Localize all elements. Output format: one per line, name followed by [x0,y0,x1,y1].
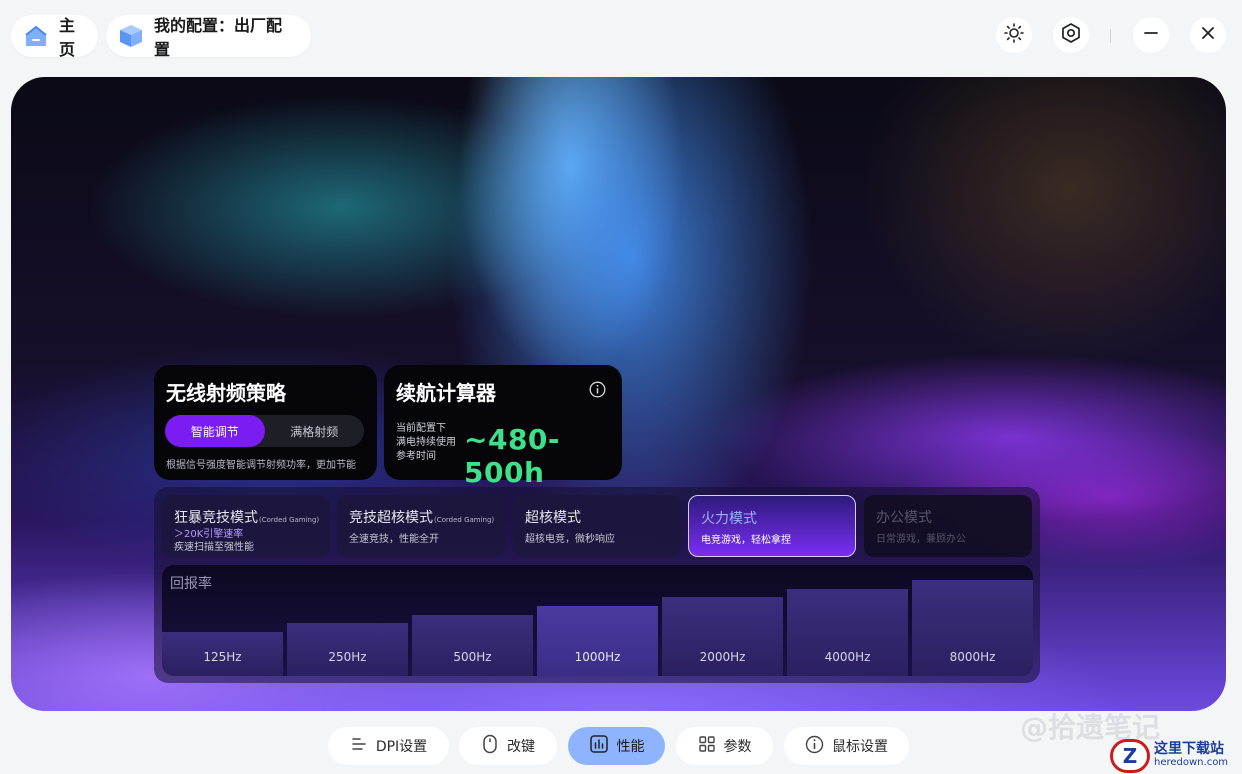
battery-estimate-value: ~480-500h [464,423,561,489]
mode-subtitle: 日常游戏，兼顾办公 [876,534,966,545]
nav-label: 改键 [507,739,535,755]
mode-card-firepower[interactable]: 火力模式 电竞游戏，轻松拿捏 [688,495,856,557]
title-bar: 主页 我的配置：出厂配置 [0,0,1242,72]
home-icon [23,23,49,49]
site-watermark: Z 这里下载站 heredown.com [1110,737,1242,774]
rf-description: 根据信号强度智能调节射频功率，更加节能 [166,460,356,471]
nav-label: 性能 [616,739,645,755]
mode-tag: (Corded Gaming) [259,516,320,524]
polling-rate-option-selected[interactable]: 1000Hz [537,606,658,676]
mode-title: 狂暴竞技模式(Corded Gaming) [174,510,320,526]
polling-rate-option[interactable]: 250Hz [287,623,408,676]
nav-performance[interactable]: 性能 [568,727,665,765]
info-icon[interactable] [589,381,606,402]
nav-key-remap[interactable]: 改键 [459,727,557,765]
polling-rate-option[interactable]: 4000Hz [787,589,908,676]
mode-tag: (Corded Gaming) [434,516,495,524]
close-icon [1200,25,1216,45]
mode-card-office[interactable]: 办公模式 日常游戏，兼顾办公 [864,495,1032,557]
battery-label-line: 满电持续使用 [396,437,456,448]
rf-option-smart[interactable]: 智能调节 [165,415,265,447]
settings-button[interactable] [1053,17,1089,53]
mode-card-rage[interactable]: 狂暴竞技模式(Corded Gaming) ＞20K引擎速率 疾速扫描至强性能 [162,495,330,557]
mode-title: 办公模式 [876,510,932,526]
polling-rate-option[interactable]: 500Hz [412,615,533,676]
nav-label: 鼠标设置 [832,739,888,755]
mode-subtitle: 全速竞技，性能全开 [349,534,439,545]
polling-rate-panel: 回报率 125Hz 250Hz 500Hz 1000Hz 2000Hz 4000… [162,565,1033,676]
battery-calculator-card: 续航计算器 当前配置下 满电持续使用 参考时间 ~480-500h [384,365,622,489]
rf-mode-toggle: 智能调节 满格射频 [165,415,364,447]
info-icon [805,735,824,758]
dpi-icon [350,735,368,757]
rf-strategy-card: 无线射频策略 智能调节 满格射频 根据信号强度智能调节射频功率，更加节能 [154,365,377,480]
minimize-button[interactable] [1133,17,1169,53]
polling-rate-option[interactable]: 2000Hz [662,597,783,676]
rf-card-title: 无线射频策略 [166,381,286,405]
battery-label: 当前配置下 满电持续使用 参考时间 [396,422,456,464]
minimize-icon [1143,25,1159,45]
title-bar-divider [1110,29,1111,43]
mode-card-competitive-overclock[interactable]: 竞技超核模式(Corded Gaming) 全速竞技，性能全开 [337,495,505,557]
brightness-icon [1004,23,1024,47]
polling-rate-title: 回报率 [170,576,212,592]
performance-icon [589,734,609,758]
mode-subtitle: 电竞游戏，轻松拿捏 [701,535,791,546]
nav-parameters[interactable]: 参数 [676,727,773,765]
mode-title: 超核模式 [525,510,581,526]
site-name: 这里下载站 [1154,740,1224,757]
settings-icon [1060,22,1082,48]
polling-rate-option[interactable]: 125Hz [162,632,283,676]
home-button[interactable]: 主页 [11,15,98,59]
mode-card-overclock[interactable]: 超核模式 超核电竞，微秒响应 [513,495,681,557]
grid-icon [698,735,716,757]
close-button[interactable] [1190,17,1226,53]
mode-title: 竞技超核模式(Corded Gaming) [349,510,495,526]
mouse-icon [481,734,499,758]
site-url: heredown.com [1154,756,1229,768]
config-label: 我的配置：出厂配置 [154,16,283,59]
mode-title: 火力模式 [701,511,757,527]
mode-subtitle: 疾速扫描至强性能 [174,542,254,553]
rf-option-full[interactable]: 满格射频 [265,415,365,447]
polling-rate-option[interactable]: 8000Hz [912,580,1033,676]
nav-label: 参数 [723,739,752,755]
battery-card-title: 续航计算器 [396,381,496,405]
performance-panel: 狂暴竞技模式(Corded Gaming) ＞20K引擎速率 疾速扫描至强性能 … [154,487,1040,683]
nav-mouse-settings[interactable]: 鼠标设置 [784,727,909,765]
home-label: 主页 [59,16,76,59]
cube-icon [118,23,144,49]
brightness-button[interactable] [996,17,1032,53]
config-selector[interactable]: 我的配置：出厂配置 [106,15,311,59]
battery-label-line: 参考时间 [396,451,436,462]
site-logo-icon: Z [1110,738,1150,773]
mode-subtitle: 超核电竞，微秒响应 [525,534,615,545]
battery-label-line: 当前配置下 [396,423,446,434]
mode-subtitle-highlight: ＞20K引擎速率 [174,529,244,540]
nav-label: DPI设置 [375,739,428,755]
nav-dpi-settings[interactable]: DPI设置 [328,727,449,765]
